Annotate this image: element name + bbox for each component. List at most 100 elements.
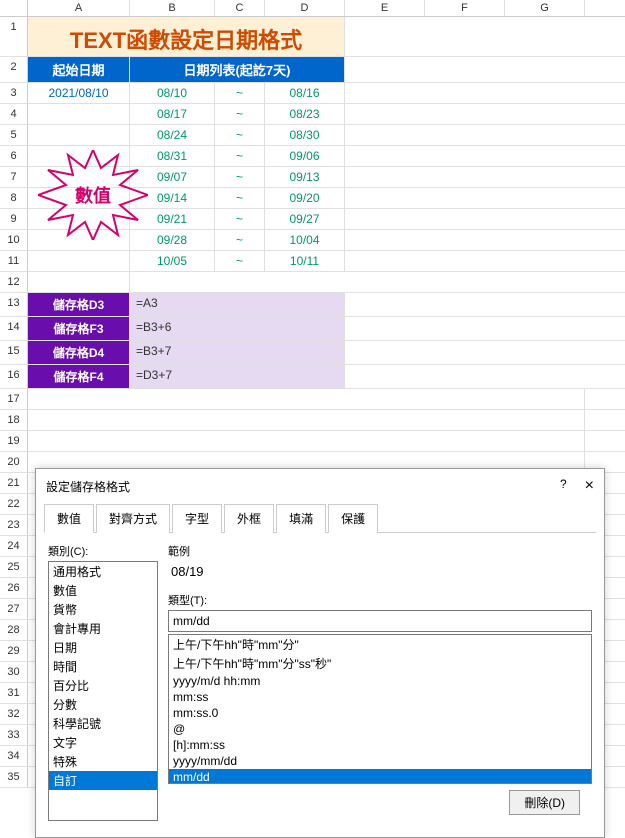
tab-0[interactable]: 數值	[44, 504, 94, 533]
tab-3[interactable]: 外框	[224, 504, 274, 533]
row-header[interactable]: 28	[0, 620, 28, 640]
date-cell[interactable]: 08/17	[130, 104, 215, 124]
row-header[interactable]: 20	[0, 452, 28, 472]
tab-5[interactable]: 保護	[328, 504, 378, 533]
row-header[interactable]: 35	[0, 767, 28, 787]
category-item[interactable]: 通用格式	[49, 562, 157, 581]
type-item[interactable]: 上午/下午hh"時"mm"分"	[169, 635, 591, 654]
tilde-cell[interactable]: ~	[215, 125, 265, 145]
row-header[interactable]: 10	[0, 230, 28, 250]
row-header[interactable]: 9	[0, 209, 28, 229]
row-header[interactable]: 23	[0, 515, 28, 535]
type-item[interactable]: mm/dd	[169, 769, 591, 784]
category-item[interactable]: 科學記號	[49, 714, 157, 733]
row-header[interactable]: 3	[0, 83, 28, 103]
category-item[interactable]: 百分比	[49, 676, 157, 695]
row-header[interactable]: 21	[0, 473, 28, 493]
formula-label[interactable]: 儲存格F4	[28, 365, 130, 388]
cell[interactable]	[28, 209, 130, 229]
row-header[interactable]: 34	[0, 746, 28, 766]
row-header[interactable]: 1	[0, 17, 28, 56]
category-item[interactable]: 分數	[49, 695, 157, 714]
formula-label[interactable]: 儲存格D3	[28, 293, 130, 316]
row-header[interactable]: 6	[0, 146, 28, 166]
row-header[interactable]: 4	[0, 104, 28, 124]
help-button[interactable]: ?	[560, 477, 567, 495]
date-cell[interactable]: 08/16	[265, 83, 345, 103]
category-item[interactable]: 會計專用	[49, 619, 157, 638]
date-cell[interactable]: 10/04	[265, 230, 345, 250]
row-header[interactable]: 33	[0, 725, 28, 745]
date-cell[interactable]: 09/21	[130, 209, 215, 229]
tilde-cell[interactable]: ~	[215, 209, 265, 229]
category-item[interactable]: 時間	[49, 657, 157, 676]
type-item[interactable]: 上午/下午hh"時"mm"分"ss"秒"	[169, 654, 591, 673]
category-list[interactable]: 通用格式數值貨幣會計專用日期時間百分比分數科學記號文字特殊自訂	[48, 561, 158, 821]
row-header[interactable]: 12	[0, 272, 28, 292]
cell[interactable]	[28, 230, 130, 250]
formula-value[interactable]: =D3+7	[130, 365, 345, 388]
type-item[interactable]: yyyy/mm/dd	[169, 753, 591, 769]
date-cell[interactable]: 09/14	[130, 188, 215, 208]
date-cell[interactable]: 08/23	[265, 104, 345, 124]
category-item[interactable]: 文字	[49, 733, 157, 752]
cell[interactable]	[28, 251, 130, 271]
date-cell[interactable]: 08/31	[130, 146, 215, 166]
cell[interactable]	[28, 188, 130, 208]
tab-2[interactable]: 字型	[172, 504, 222, 533]
row-header[interactable]: 30	[0, 662, 28, 682]
col-header[interactable]: D	[265, 0, 345, 16]
row-header[interactable]: 24	[0, 536, 28, 556]
category-item[interactable]: 貨幣	[49, 600, 157, 619]
category-item[interactable]: 數值	[49, 581, 157, 600]
row-header[interactable]: 13	[0, 293, 28, 316]
delete-button[interactable]: 刪除(D)	[509, 790, 580, 815]
row-header[interactable]: 7	[0, 167, 28, 187]
tilde-cell[interactable]: ~	[215, 188, 265, 208]
type-item[interactable]: @	[169, 721, 591, 737]
date-cell[interactable]: 10/11	[265, 251, 345, 271]
category-item[interactable]: 日期	[49, 638, 157, 657]
tilde-cell[interactable]: ~	[215, 146, 265, 166]
formula-value[interactable]: =A3	[130, 293, 345, 316]
type-item[interactable]: mm:ss	[169, 689, 591, 705]
date-cell[interactable]: 10/05	[130, 251, 215, 271]
cell[interactable]: 2021/08/10	[28, 83, 130, 103]
col-header[interactable]: E	[345, 0, 425, 16]
corner-cell[interactable]	[0, 0, 28, 16]
row-header[interactable]: 16	[0, 365, 28, 388]
page-title[interactable]: TEXT函數設定日期格式	[28, 17, 345, 56]
formula-value[interactable]: =B3+7	[130, 341, 345, 364]
tilde-cell[interactable]: ~	[215, 167, 265, 187]
date-cell[interactable]: 08/24	[130, 125, 215, 145]
col-header[interactable]: A	[28, 0, 130, 16]
tab-1[interactable]: 對齊方式	[96, 504, 170, 533]
date-cell[interactable]: 09/13	[265, 167, 345, 187]
header-start-date[interactable]: 起始日期	[28, 57, 130, 82]
row-header[interactable]: 19	[0, 431, 28, 451]
col-header[interactable]: G	[505, 0, 585, 16]
tilde-cell[interactable]: ~	[215, 104, 265, 124]
row-header[interactable]: 31	[0, 683, 28, 703]
type-item[interactable]: mm:ss.0	[169, 705, 591, 721]
date-cell[interactable]: 09/27	[265, 209, 345, 229]
close-icon[interactable]: ×	[585, 477, 594, 495]
date-cell[interactable]: 09/06	[265, 146, 345, 166]
date-cell[interactable]: 09/20	[265, 188, 345, 208]
tilde-cell[interactable]: ~	[215, 83, 265, 103]
formula-value[interactable]: =B3+6	[130, 317, 345, 340]
header-date-list[interactable]: 日期列表(起訖7天)	[130, 57, 345, 82]
tilde-cell[interactable]: ~	[215, 230, 265, 250]
row-header[interactable]: 27	[0, 599, 28, 619]
row-header[interactable]: 29	[0, 641, 28, 661]
row-header[interactable]: 18	[0, 410, 28, 430]
col-header[interactable]: B	[130, 0, 215, 16]
row-header[interactable]: 17	[0, 389, 28, 409]
row-header[interactable]: 22	[0, 494, 28, 514]
category-item[interactable]: 特殊	[49, 752, 157, 771]
row-header[interactable]: 11	[0, 251, 28, 271]
cell[interactable]	[28, 167, 130, 187]
row-header[interactable]: 14	[0, 317, 28, 340]
tilde-cell[interactable]: ~	[215, 251, 265, 271]
category-item[interactable]: 自訂	[49, 771, 157, 790]
